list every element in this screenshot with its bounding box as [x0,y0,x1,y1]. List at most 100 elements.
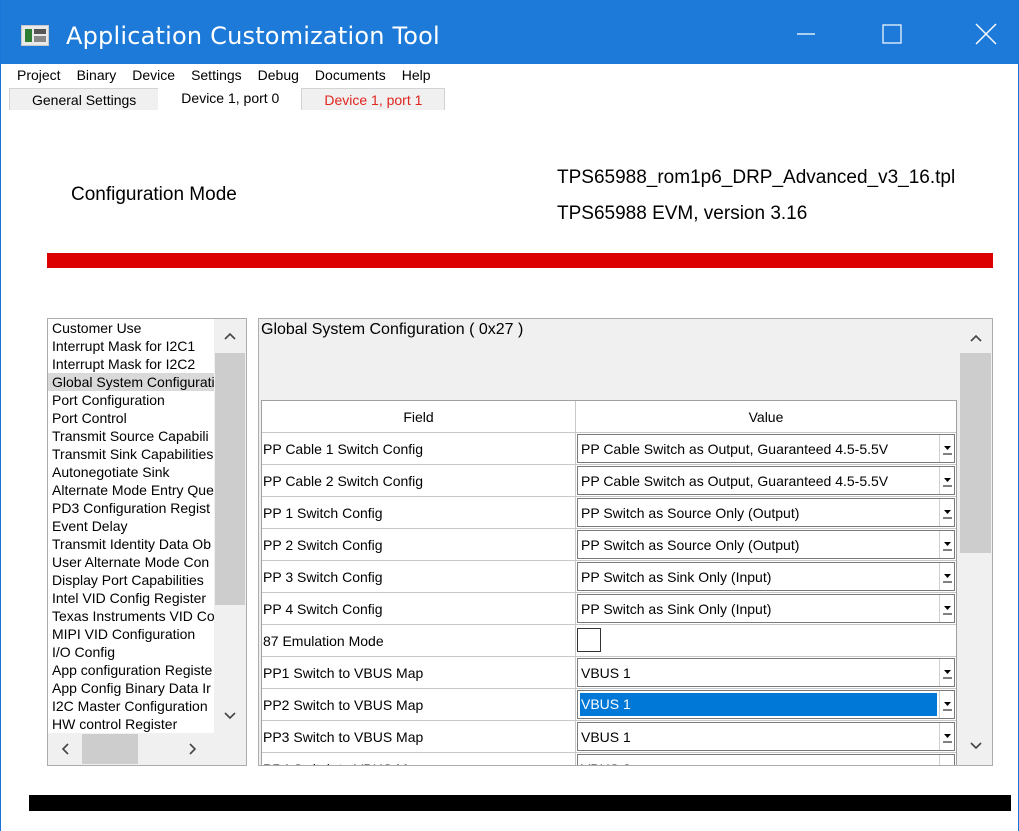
dropdown-arrow-icon[interactable] [939,691,954,718]
value-dropdown[interactable]: PP Cable Switch as Output, Guaranteed 4.… [577,434,955,463]
scroll-down-icon[interactable] [961,731,991,761]
value-dropdown[interactable]: VBUS 1 [577,722,955,751]
register-list-item[interactable]: Interrupt Mask for I2C2 [48,355,214,373]
register-list-item[interactable]: PD3 Configuration Regist [48,499,214,517]
field-value-cell: PP Switch as Source Only (Output) [576,497,956,528]
register-list-item[interactable]: Intel VID Config Register [48,589,214,607]
scroll-up-icon[interactable] [215,321,245,351]
dropdown-arrow-icon[interactable] [939,467,954,494]
field-name: PP 2 Switch Config [262,529,576,560]
menu-settings[interactable]: Settings [183,64,250,86]
register-list-item[interactable]: Alternate Mode Entry Que [48,481,214,499]
value-dropdown[interactable]: VBUS 1 [577,690,955,719]
tab-general-settings[interactable]: General Settings [9,88,160,110]
register-list-item[interactable]: Transmit Sink Capabilities [48,445,214,463]
maximize-icon [882,24,902,44]
scroll-left-icon[interactable] [50,734,80,764]
register-list-item[interactable]: Display Port Capabilities [48,571,214,589]
minimize-icon [797,33,815,35]
value-dropdown[interactable]: PP Switch as Sink Only (Input) [577,562,955,591]
register-list-item[interactable]: Port Configuration [48,391,214,409]
dropdown-arrow-icon[interactable] [939,531,954,558]
register-list-vscrollbar[interactable] [214,319,246,733]
field-value-cell: PP Switch as Source Only (Output) [576,529,956,560]
dropdown-value: PP Cable Switch as Output, Guaranteed 4.… [581,472,889,489]
emulation-mode-checkbox[interactable] [577,628,601,652]
menu-debug[interactable]: Debug [250,64,307,86]
field-value-cell: PP Switch as Sink Only (Input) [576,561,956,592]
scroll-right-icon[interactable] [178,734,208,764]
tab-device-1-port-0[interactable]: Device 1, port 0 [158,86,303,110]
maximize-button[interactable] [869,14,915,54]
minimize-button[interactable] [783,14,829,54]
register-list-item[interactable]: Transmit Source Capabili [48,427,214,445]
dropdown-value: PP Switch as Sink Only (Input) [581,568,772,585]
scroll-up-icon[interactable] [961,323,991,353]
app-window: Application Customization Tool Project B… [0,0,1019,831]
table-row: PP2 Switch to VBUS Map VBUS 1 [262,689,956,721]
register-list[interactable]: Customer Use Interrupt Mask for I2C1 Inter… [47,318,247,766]
scrollbar-thumb[interactable] [82,734,138,764]
value-dropdown[interactable]: PP Switch as Sink Only (Input) [577,594,955,623]
field-name: PP3 Switch to VBUS Map [262,721,576,752]
dropdown-value: PP Switch as Source Only (Output) [581,536,800,553]
table-row: PP 2 Switch Config PP Switch as Source On… [262,529,956,561]
close-button[interactable] [963,14,1009,54]
value-dropdown[interactable]: VBUS 2 [577,754,955,765]
register-list-item[interactable]: App configuration Registe [48,661,214,679]
scrollbar-thumb[interactable] [960,353,991,553]
window-title: Application Customization Tool [66,22,440,50]
table-row: PP 1 Switch Config PP Switch as Source On… [262,497,956,529]
register-list-hscrollbar[interactable] [48,733,246,765]
dropdown-arrow-icon[interactable] [939,659,954,686]
dropdown-value: VBUS 1 [580,693,937,716]
register-list-item[interactable]: Interrupt Mask for I2C1 [48,337,214,355]
register-list-item[interactable]: I2C Master Configuration [48,697,214,715]
register-list-item[interactable]: HW control Register [48,715,214,733]
menu-device[interactable]: Device [124,64,183,86]
menu-binary[interactable]: Binary [69,64,125,86]
value-dropdown[interactable]: VBUS 1 [577,658,955,687]
dropdown-arrow-icon[interactable] [939,499,954,526]
table-row: PP1 Switch to VBUS Map VBUS 1 [262,657,956,689]
register-list-item[interactable]: User Alternate Mode Con [48,553,214,571]
template-file-name: TPS65988_rom1p6_DRP_Advanced_v3_16.tpl [557,167,956,188]
dropdown-arrow-icon[interactable] [939,435,954,462]
dropdown-arrow-icon[interactable] [939,563,954,590]
field-value-cell: PP Switch as Sink Only (Input) [576,593,956,624]
register-list-item[interactable]: Texas Instruments VID Co [48,607,214,625]
close-icon [975,23,997,45]
field-value-cell: PP Cable Switch as Output, Guaranteed 4.… [576,465,956,496]
footer-bar [29,795,1011,811]
field-name: PP Cable 1 Switch Config [262,433,576,464]
table-row: PP3 Switch to VBUS Map VBUS 1 [262,721,956,753]
register-list-item[interactable]: Autonegotiate Sink [48,463,214,481]
dropdown-arrow-icon[interactable] [939,755,954,765]
field-name: PP4 Switch to VBUS Map [262,753,576,765]
dropdown-arrow-icon[interactable] [939,723,954,750]
register-list-item[interactable]: Transmit Identity Data Ob [48,535,214,553]
register-panel-vscrollbar[interactable] [959,319,992,765]
menu-project[interactable]: Project [9,64,69,86]
register-list-item[interactable]: Customer Use [48,319,214,337]
dropdown-arrow-icon[interactable] [939,595,954,622]
menu-help[interactable]: Help [394,64,439,86]
register-list-item[interactable]: Port Control [48,409,214,427]
value-dropdown[interactable]: PP Cable Switch as Output, Guaranteed 4.… [577,466,955,495]
value-dropdown[interactable]: PP Switch as Source Only (Output) [577,498,955,527]
column-header-field: Field [262,401,576,432]
register-list-item[interactable]: Global System Configurati [48,373,214,391]
scroll-down-icon[interactable] [215,701,245,731]
scrollbar-thumb[interactable] [215,353,245,605]
register-list-item[interactable]: Event Delay [48,517,214,535]
tab-device-1-port-1[interactable]: Device 1, port 1 [301,88,446,110]
register-list-item[interactable]: I/O Config [48,643,214,661]
menu-documents[interactable]: Documents [307,64,394,86]
register-list-item[interactable]: MIPI VID Configuration [48,625,214,643]
field-name: 87 Emulation Mode [262,625,576,656]
dropdown-value: VBUS 1 [581,664,631,681]
value-dropdown[interactable]: PP Switch as Source Only (Output) [577,530,955,559]
register-list-item[interactable]: App Config Binary Data Ir [48,679,214,697]
field-value-cell: VBUS 1 [576,721,956,752]
status-bar [47,253,993,268]
